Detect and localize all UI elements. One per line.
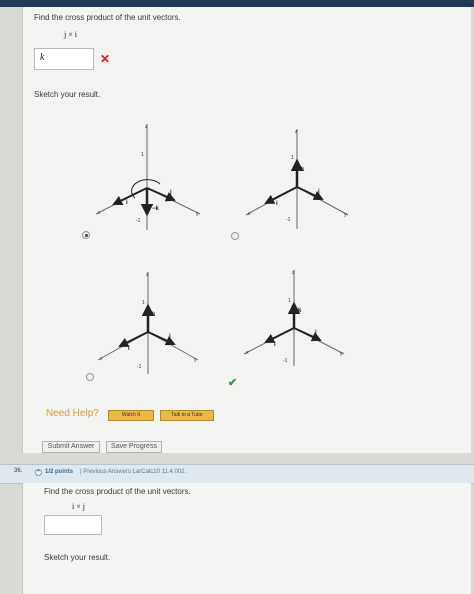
question-meta: | Previous Answers LarCalc10 11.4.002.: [80, 469, 187, 475]
z-label: z: [145, 124, 148, 130]
tick-neg1: -1: [137, 364, 142, 370]
vector-i: [264, 327, 295, 343]
expand-plus-icon[interactable]: +: [35, 469, 42, 476]
correct-check-icon: ✔: [228, 377, 238, 389]
question-panel-2: [22, 483, 471, 594]
i-label: i: [128, 346, 130, 352]
tick-neg1: -1: [283, 358, 288, 364]
i-label: i: [276, 201, 278, 207]
z-label: z: [292, 270, 295, 276]
i-label: i: [126, 200, 128, 206]
sketch-prompt: Sketch your result.: [34, 90, 101, 99]
z-label: z: [146, 272, 149, 278]
graph-option-2[interactable]: z 1 k x y i j -1: [240, 125, 355, 235]
option-radio-1[interactable]: [82, 231, 90, 239]
tick-neg1: -1: [136, 218, 141, 224]
question-expression: j × i: [64, 30, 77, 39]
graph-option-4[interactable]: z 1 k x y i j -1: [238, 266, 350, 370]
save-progress-button[interactable]: Save Progress: [106, 441, 162, 453]
question2-prompt: Find the cross product of the unit vecto…: [44, 487, 191, 496]
graph-option-3[interactable]: z 1 k x y i j -1: [92, 268, 204, 378]
question-number: 36.: [14, 468, 23, 474]
z-label: z: [295, 129, 298, 135]
y-label: y: [194, 357, 197, 363]
incorrect-icon: ✕: [100, 52, 111, 66]
vector-i: [118, 331, 149, 347]
vector-i: [112, 187, 148, 206]
question-prompt: Find the cross product of the unit vecto…: [34, 13, 181, 22]
top-bar: [0, 0, 474, 7]
tick-pos1: 1: [142, 300, 145, 306]
k-label: k: [301, 167, 305, 173]
tick-neg1: -1: [286, 217, 291, 223]
j-label: j: [169, 190, 172, 196]
neg-k-label: −k: [152, 206, 160, 212]
sketch-prompt-2: Sketch your result.: [44, 553, 111, 562]
x-label: x: [248, 211, 251, 217]
graph-option-1[interactable]: z 1 x y i j −k -1: [90, 118, 205, 236]
tick-pos1: 1: [291, 155, 294, 161]
x-label: x: [246, 350, 249, 356]
y-label: y: [340, 351, 343, 357]
watch-it-button[interactable]: Watch It: [108, 410, 154, 421]
vector-i: [264, 186, 298, 204]
answer-input[interactable]: k: [34, 48, 94, 70]
option-radio-3[interactable]: [86, 373, 94, 381]
option-radio-2[interactable]: [231, 232, 239, 240]
submit-answer-button[interactable]: Submit Answer: [42, 441, 100, 453]
k-label: k: [152, 312, 156, 318]
y-label: y: [344, 212, 347, 218]
answer-input-2[interactable]: [44, 515, 102, 535]
k-label: k: [298, 308, 302, 314]
j-label: j: [168, 334, 171, 340]
j-label: j: [317, 189, 320, 195]
tick-pos1: 1: [141, 152, 144, 158]
points-label: 1/2 points: [45, 469, 74, 475]
y-label: y: [196, 211, 199, 217]
i-label: i: [274, 342, 276, 348]
question2-expression: i × j: [72, 502, 85, 511]
j-label: j: [314, 330, 317, 336]
talk-to-tutor-button[interactable]: Talk to a Tutor: [160, 410, 214, 421]
tick-pos1: 1: [288, 298, 291, 304]
x-label: x: [98, 210, 101, 216]
need-help-label: Need Help?: [46, 408, 99, 419]
